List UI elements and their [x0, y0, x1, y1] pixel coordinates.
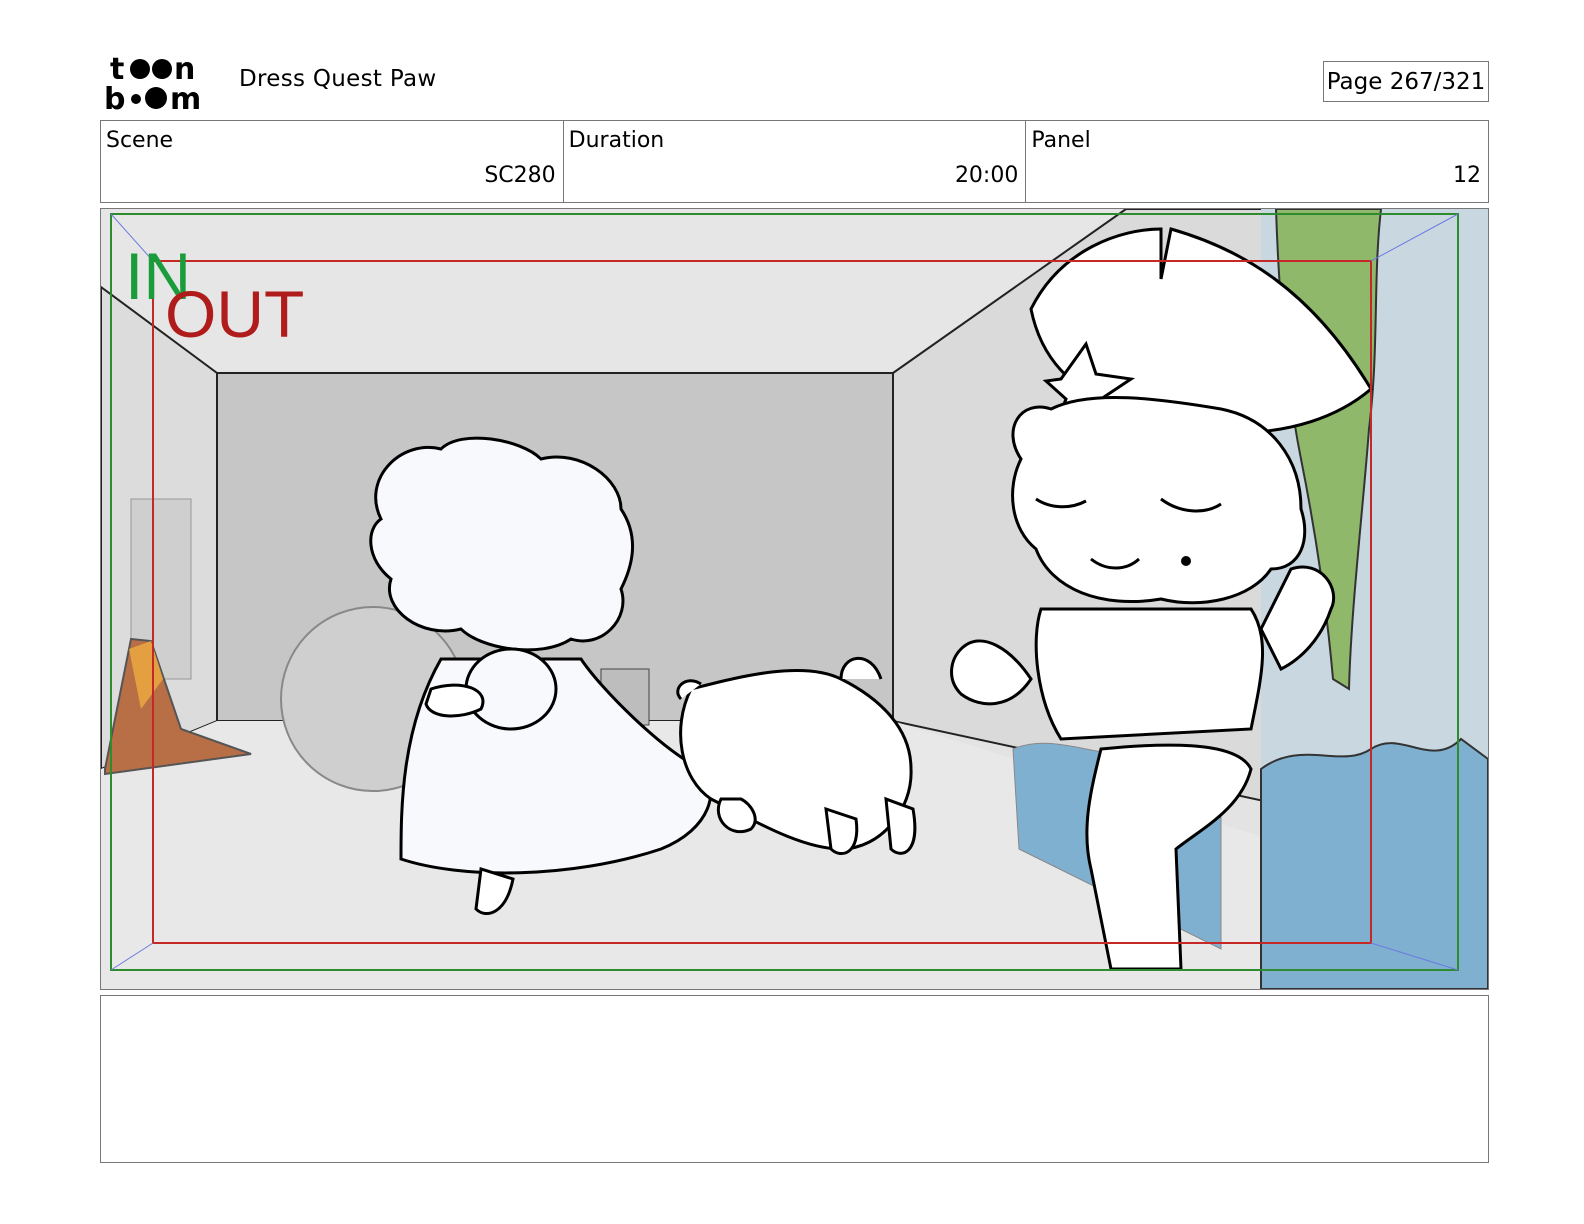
svg-text:b: b: [104, 82, 125, 112]
duration-value: 20:00: [954, 163, 1019, 188]
out-label: OUT: [165, 277, 304, 351]
panel-label: Panel: [1031, 128, 1091, 153]
panel-cell: Panel 12: [1026, 121, 1488, 202]
storyboard-drawing: IN OUT: [101, 209, 1488, 989]
scene-value: SC280: [484, 163, 556, 188]
storyboard-frame: IN OUT: [100, 208, 1489, 990]
duration-label: Duration: [568, 128, 665, 153]
panel-value: 12: [1453, 163, 1482, 188]
svg-text:m: m: [170, 82, 201, 112]
scene-label: Scene: [106, 128, 174, 153]
panel-notes-box[interactable]: [100, 995, 1489, 1163]
project-title: Dress Quest Paw: [239, 66, 437, 92]
page-indicator: Page 267/321: [1323, 61, 1489, 102]
toon-boom-logo: t n b m: [104, 52, 216, 117]
duration-cell: Duration 20:00: [564, 121, 1027, 202]
scene-cell: Scene SC280: [101, 121, 564, 202]
panel-info-table: Scene SC280 Duration 20:00 Panel 12: [100, 120, 1489, 203]
